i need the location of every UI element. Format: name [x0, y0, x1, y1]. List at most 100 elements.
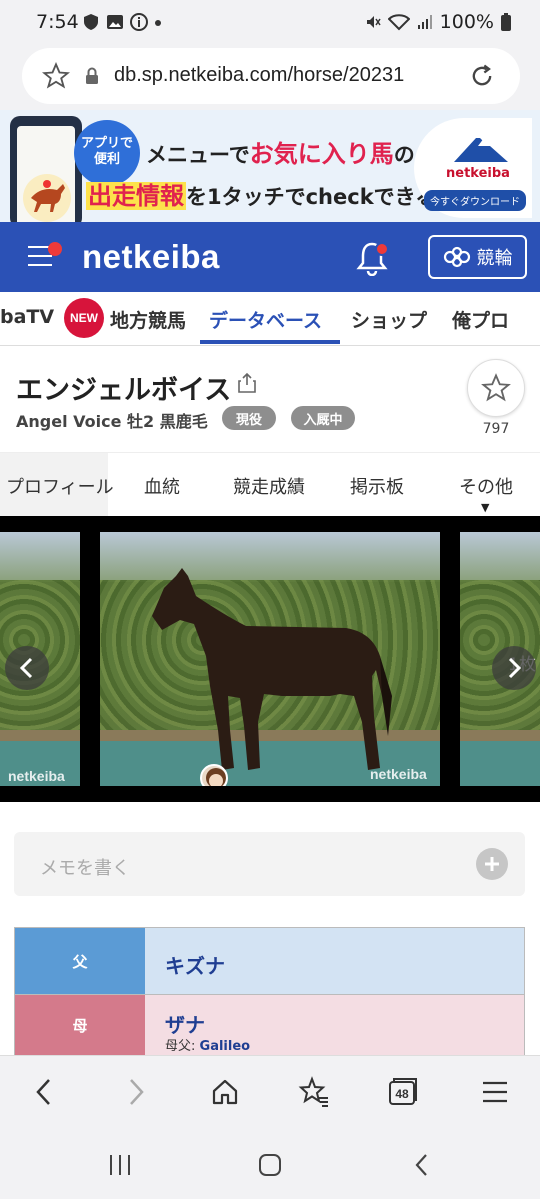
watermark-left: netkeiba — [8, 768, 65, 784]
banner-headline-1: メニューでお気に入り馬の — [146, 134, 415, 169]
url-text[interactable]: db.sp.netkeiba.com/horse/20231 — [114, 64, 404, 87]
arrow-left-icon — [36, 1079, 50, 1105]
new-badge: NEW — [64, 298, 104, 338]
tab-race-results[interactable]: 競走成績 — [233, 473, 305, 499]
horse-silhouette — [152, 568, 392, 770]
signal-icon — [417, 15, 432, 29]
favorite-button[interactable] — [467, 359, 525, 417]
keirin-button[interactable]: 競輪 — [428, 235, 527, 279]
dam-sire: 母父: Galileo — [165, 1035, 250, 1054]
carousel-prev-button[interactable] — [5, 646, 49, 690]
site-header: netkeiba 競輪 — [0, 222, 540, 292]
banner-logo-text: netkeiba — [446, 166, 510, 181]
triangle-down-icon: ▼ — [481, 501, 490, 514]
site-logo[interactable]: netkeiba — [82, 238, 220, 276]
bubble-line1: アプリで — [80, 136, 133, 151]
chevron-left-icon — [19, 657, 33, 679]
bicycle-icon — [443, 246, 470, 268]
banner-app-logo[interactable]: netkeiba 今すぐダウンロード — [414, 118, 532, 218]
memo-field[interactable]: メモを書く — [14, 832, 525, 896]
battery-icon — [501, 13, 511, 31]
plus-icon — [485, 857, 499, 871]
avatar — [200, 764, 228, 786]
horse-name: エンジェルボイス — [16, 375, 232, 406]
headline-1-suffix: の — [393, 143, 415, 167]
system-nav-bar — [0, 1127, 540, 1199]
star-list-icon — [298, 1076, 328, 1107]
status-badge-stable: 入厩中 — [291, 406, 355, 430]
star-icon — [481, 373, 511, 402]
menu-notification-dot — [48, 242, 62, 256]
back-button[interactable] — [28, 1076, 60, 1108]
nav-item-shop[interactable]: ショップ — [351, 306, 427, 333]
tabs-icon: 48 — [389, 1078, 417, 1105]
tab-profile[interactable]: プロフィール — [6, 473, 114, 499]
home-icon — [212, 1079, 238, 1105]
hamburger-icon — [483, 1081, 507, 1103]
status-bar: 7:54 100% — [0, 0, 540, 46]
avatar-face-icon — [206, 768, 226, 786]
headline-1-highlight: お気に入り馬 — [249, 140, 394, 168]
nav-item-chiho[interactable]: 地方競馬 — [110, 306, 186, 333]
status-left-icons — [82, 13, 162, 31]
dam-name[interactable]: ザナ — [165, 1009, 205, 1038]
racehorse-icon — [23, 174, 71, 222]
nav-item-tv[interactable]: baTV — [0, 306, 54, 328]
download-button[interactable]: 今すぐダウンロード — [424, 190, 526, 211]
browser-bottom-bar: 48 — [0, 1055, 540, 1127]
main-horse-photo[interactable]: netkeiba — [100, 532, 440, 786]
lock-icon — [86, 67, 98, 84]
dot-icon — [155, 20, 161, 26]
phone-illustration — [10, 116, 82, 222]
menu-button[interactable] — [479, 1076, 511, 1108]
photo-carousel[interactable]: netkeiba netkeiba 1枚 — [0, 516, 540, 802]
memo-placeholder[interactable]: メモを書く — [40, 854, 130, 880]
keirin-label: 競輪 — [476, 248, 513, 269]
app-ad-banner[interactable]: アプリで 便利 メニューでお気に入り馬の 出走情報を1タッチでcheckできる!… — [0, 110, 540, 222]
profile-tabs: プロフィール 血統 競走成績 掲示板 その他 ▼ — [0, 452, 540, 517]
status-right: 100% — [364, 11, 512, 33]
tab-count: 48 — [395, 1087, 409, 1101]
reload-icon[interactable] — [468, 62, 496, 90]
banner-headline-2: 出走情報を1タッチでcheckできる! — [86, 176, 446, 211]
chevron-right-icon — [508, 657, 522, 679]
gallery-icon — [107, 15, 123, 29]
dam-sire-name[interactable]: Galileo — [200, 1039, 251, 1054]
nav-active-indicator — [200, 340, 340, 344]
recent-apps-button[interactable] — [106, 1151, 134, 1179]
sire-label: 父 — [15, 928, 145, 994]
tab-other[interactable]: その他 — [459, 473, 513, 499]
notification-dot — [375, 242, 389, 256]
headline-1-prefix: メニューで — [146, 143, 250, 167]
home-square-icon — [259, 1154, 281, 1176]
dam-label: 母 — [15, 995, 145, 1056]
category-nav: baTV NEW 地方競馬 データベース ショップ 俺プロ — [0, 292, 540, 346]
forward-button[interactable] — [120, 1076, 152, 1108]
sire-name[interactable]: キズナ — [165, 950, 225, 979]
address-bar[interactable]: db.sp.netkeiba.com/horse/20231 — [22, 48, 520, 104]
nav-item-orepro[interactable]: 俺プロ — [452, 306, 509, 333]
shield-icon — [84, 14, 98, 30]
battery-level: 100% — [439, 11, 494, 33]
favorite-count: 797 — [482, 421, 510, 437]
star-outline-icon[interactable] — [42, 62, 70, 90]
status-badge-active: 現役 — [222, 406, 276, 430]
watermark-main: netkeiba — [370, 766, 427, 782]
home-button[interactable] — [209, 1076, 241, 1108]
share-icon[interactable] — [236, 372, 258, 394]
bookmarks-button[interactable] — [298, 1076, 330, 1108]
browser-toolbar: db.sp.netkeiba.com/horse/20231 — [0, 46, 540, 110]
nav-item-database[interactable]: データベース — [209, 306, 322, 333]
tabs-button[interactable]: 48 — [387, 1076, 419, 1108]
carousel-next-button[interactable] — [492, 646, 536, 690]
headline-2-highlight: 出走情報 — [86, 182, 186, 210]
system-back-button[interactable] — [408, 1151, 436, 1179]
pedigree-dam-row[interactable]: 母 ザナ 母父: Galileo — [14, 995, 525, 1057]
bubble-line2: 便利 — [93, 152, 120, 167]
pedigree-sire-row[interactable]: 父 キズナ — [14, 927, 525, 995]
system-home-button[interactable] — [256, 1151, 284, 1179]
tab-pedigree[interactable]: 血統 — [144, 473, 180, 499]
add-memo-button[interactable] — [476, 848, 508, 880]
tab-board[interactable]: 掲示板 — [350, 473, 404, 499]
recent-apps-icon — [110, 1155, 130, 1175]
